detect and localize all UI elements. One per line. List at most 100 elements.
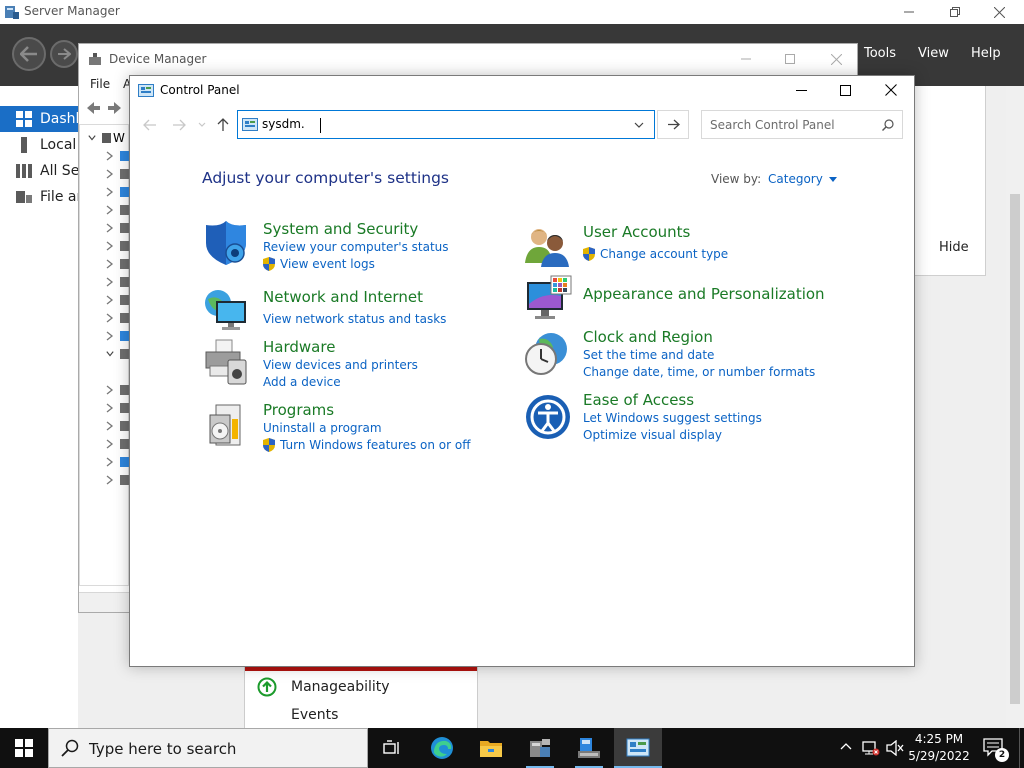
dropdown-arrow-icon — [828, 176, 837, 182]
start-button[interactable] — [0, 728, 48, 768]
control-panel-minimize-button[interactable] — [778, 78, 824, 102]
sidebar-item-dashboard[interactable]: Dashboard — [0, 106, 80, 132]
view-by-dropdown[interactable]: Category — [768, 172, 837, 186]
back-arrow-icon[interactable] — [85, 100, 101, 116]
control-panel-app-icon — [138, 83, 154, 99]
chevron-down-icon — [88, 135, 96, 141]
user-accounts-icon[interactable] — [523, 223, 571, 271]
link-review-status[interactable]: Review your computer's status — [263, 240, 449, 254]
category-title-hardware[interactable]: Hardware — [263, 338, 335, 356]
control-panel-titlebar: Control Panel — [130, 76, 914, 106]
forward-arrow-icon[interactable] — [107, 100, 123, 116]
link-change-formats[interactable]: Change date, time, or number formats — [583, 365, 815, 379]
hide-link[interactable]: Hide — [939, 240, 969, 255]
clock-time: 4:25 PM — [914, 732, 964, 746]
menu-tools[interactable]: Tools — [864, 46, 896, 61]
edge-icon[interactable] — [418, 728, 466, 768]
tree-root[interactable]: W — [88, 129, 130, 147]
taskbar-search-box[interactable]: Type here to search — [48, 728, 368, 768]
link-change-account-type[interactable]: Change account type — [583, 247, 728, 261]
task-view-icon[interactable] — [368, 728, 416, 768]
sidebar-item-label: File and Storage Services — [40, 189, 80, 205]
server-manager-minimize-button[interactable] — [886, 0, 932, 24]
category-title-ease-of-access[interactable]: Ease of Access — [583, 391, 694, 409]
link-optimize-display[interactable]: Optimize visual display — [583, 428, 722, 442]
go-button[interactable] — [657, 110, 689, 139]
device-manager-icon[interactable] — [565, 728, 613, 768]
clock-date: 5/29/2022 — [908, 749, 970, 763]
category-title-clock-region[interactable]: Clock and Region — [583, 328, 713, 346]
address-input[interactable]: sysdm. — [237, 110, 655, 139]
server-manager-sidebar: Dashboard Local Server All Servers File … — [0, 86, 80, 728]
system-security-icon[interactable] — [202, 219, 250, 267]
up-arrow-icon[interactable] — [217, 118, 229, 132]
printer-icon[interactable] — [202, 338, 250, 386]
text-caret — [320, 118, 321, 133]
ease-of-access-icon[interactable] — [524, 393, 572, 441]
link-view-event-logs[interactable]: View event logs — [263, 257, 375, 271]
category-title-appearance[interactable]: Appearance and Personalization — [583, 285, 825, 303]
category-title-network-internet[interactable]: Network and Internet — [263, 288, 423, 306]
link-devices-printers[interactable]: View devices and printers — [263, 358, 418, 372]
search-icon[interactable] — [882, 119, 894, 131]
device-manager-maximize-button[interactable] — [767, 47, 813, 71]
link-network-status[interactable]: View network status and tasks — [263, 312, 446, 326]
page-heading: Adjust your computer's settings — [202, 169, 449, 187]
system-clock[interactable]: 4:25 PM 5/29/2022 — [897, 731, 981, 765]
storage-icon — [16, 191, 32, 203]
card-item-manageability[interactable]: Manageability — [291, 679, 390, 695]
show-desktop-button[interactable] — [1019, 728, 1020, 768]
uac-shield-icon — [583, 247, 595, 261]
server-manager-icon[interactable] — [516, 728, 564, 768]
device-manager-titlebar: Device Manager — [79, 44, 857, 74]
back-button[interactable] — [12, 37, 46, 71]
control-panel-maximize-button[interactable] — [822, 78, 868, 102]
device-manager-minimize-button[interactable] — [723, 47, 769, 71]
link-set-time-date[interactable]: Set the time and date — [583, 348, 714, 362]
address-text: sysdm. — [262, 117, 305, 131]
recent-locations-chevron-icon[interactable] — [198, 122, 206, 128]
server-manager-restore-button[interactable] — [932, 0, 978, 24]
file-explorer-icon[interactable] — [467, 728, 515, 768]
control-panel-icon[interactable] — [614, 728, 662, 768]
device-manager-close-button[interactable] — [813, 47, 859, 71]
search-input[interactable]: Search Control Panel — [701, 110, 903, 139]
link-windows-features[interactable]: Turn Windows features on or off — [263, 438, 471, 452]
server-manager-scrollbar[interactable] — [1006, 86, 1024, 728]
network-tray-icon[interactable] — [862, 740, 880, 756]
device-tree: W — [79, 124, 129, 586]
sidebar-item-file-storage[interactable]: File and Storage Services — [0, 184, 80, 210]
address-dropdown-chevron-icon[interactable] — [634, 122, 644, 128]
category-title-programs[interactable]: Programs — [263, 401, 334, 419]
category-title-user-accounts[interactable]: User Accounts — [583, 223, 690, 241]
view-by-label: View by: — [711, 172, 762, 186]
link-suggest-settings[interactable]: Let Windows suggest settings — [583, 411, 762, 425]
back-arrow-icon[interactable] — [143, 119, 157, 131]
menu-file[interactable]: File — [90, 77, 110, 91]
sidebar-item-local-server[interactable]: Local Server — [0, 132, 80, 158]
forward-button[interactable] — [50, 40, 78, 68]
scrollbar-thumb[interactable] — [1010, 194, 1020, 704]
link-add-device[interactable]: Add a device — [263, 375, 341, 389]
programs-disk-icon[interactable] — [202, 401, 250, 449]
taskbar-search-placeholder: Type here to search — [89, 740, 237, 758]
control-panel-close-button[interactable] — [868, 78, 914, 102]
network-globe-icon[interactable] — [202, 285, 250, 333]
address-bar-row: sysdm. Search Control Panel — [130, 106, 914, 146]
clock-globe-icon[interactable] — [523, 329, 571, 377]
link-uninstall-program[interactable]: Uninstall a program — [263, 421, 382, 435]
appearance-monitor-icon[interactable] — [525, 274, 573, 322]
category-title-system-security[interactable]: System and Security — [263, 220, 418, 238]
device-manager-app-icon — [87, 51, 103, 67]
search-icon — [61, 739, 79, 757]
forward-arrow-icon[interactable] — [172, 119, 186, 131]
sidebar-item-all-servers[interactable]: All Servers — [0, 158, 80, 184]
menu-help[interactable]: Help — [971, 46, 1001, 61]
sidebar-item-label: All Servers — [40, 163, 80, 179]
server-manager-close-button[interactable] — [976, 0, 1022, 24]
card-item-events[interactable]: Events — [291, 707, 338, 723]
control-panel-title: Control Panel — [160, 83, 240, 97]
menu-view[interactable]: View — [918, 46, 949, 61]
server-manager-titlebar: Server Manager — [0, 0, 1024, 24]
show-hidden-icons-chevron-icon[interactable] — [840, 742, 852, 750]
